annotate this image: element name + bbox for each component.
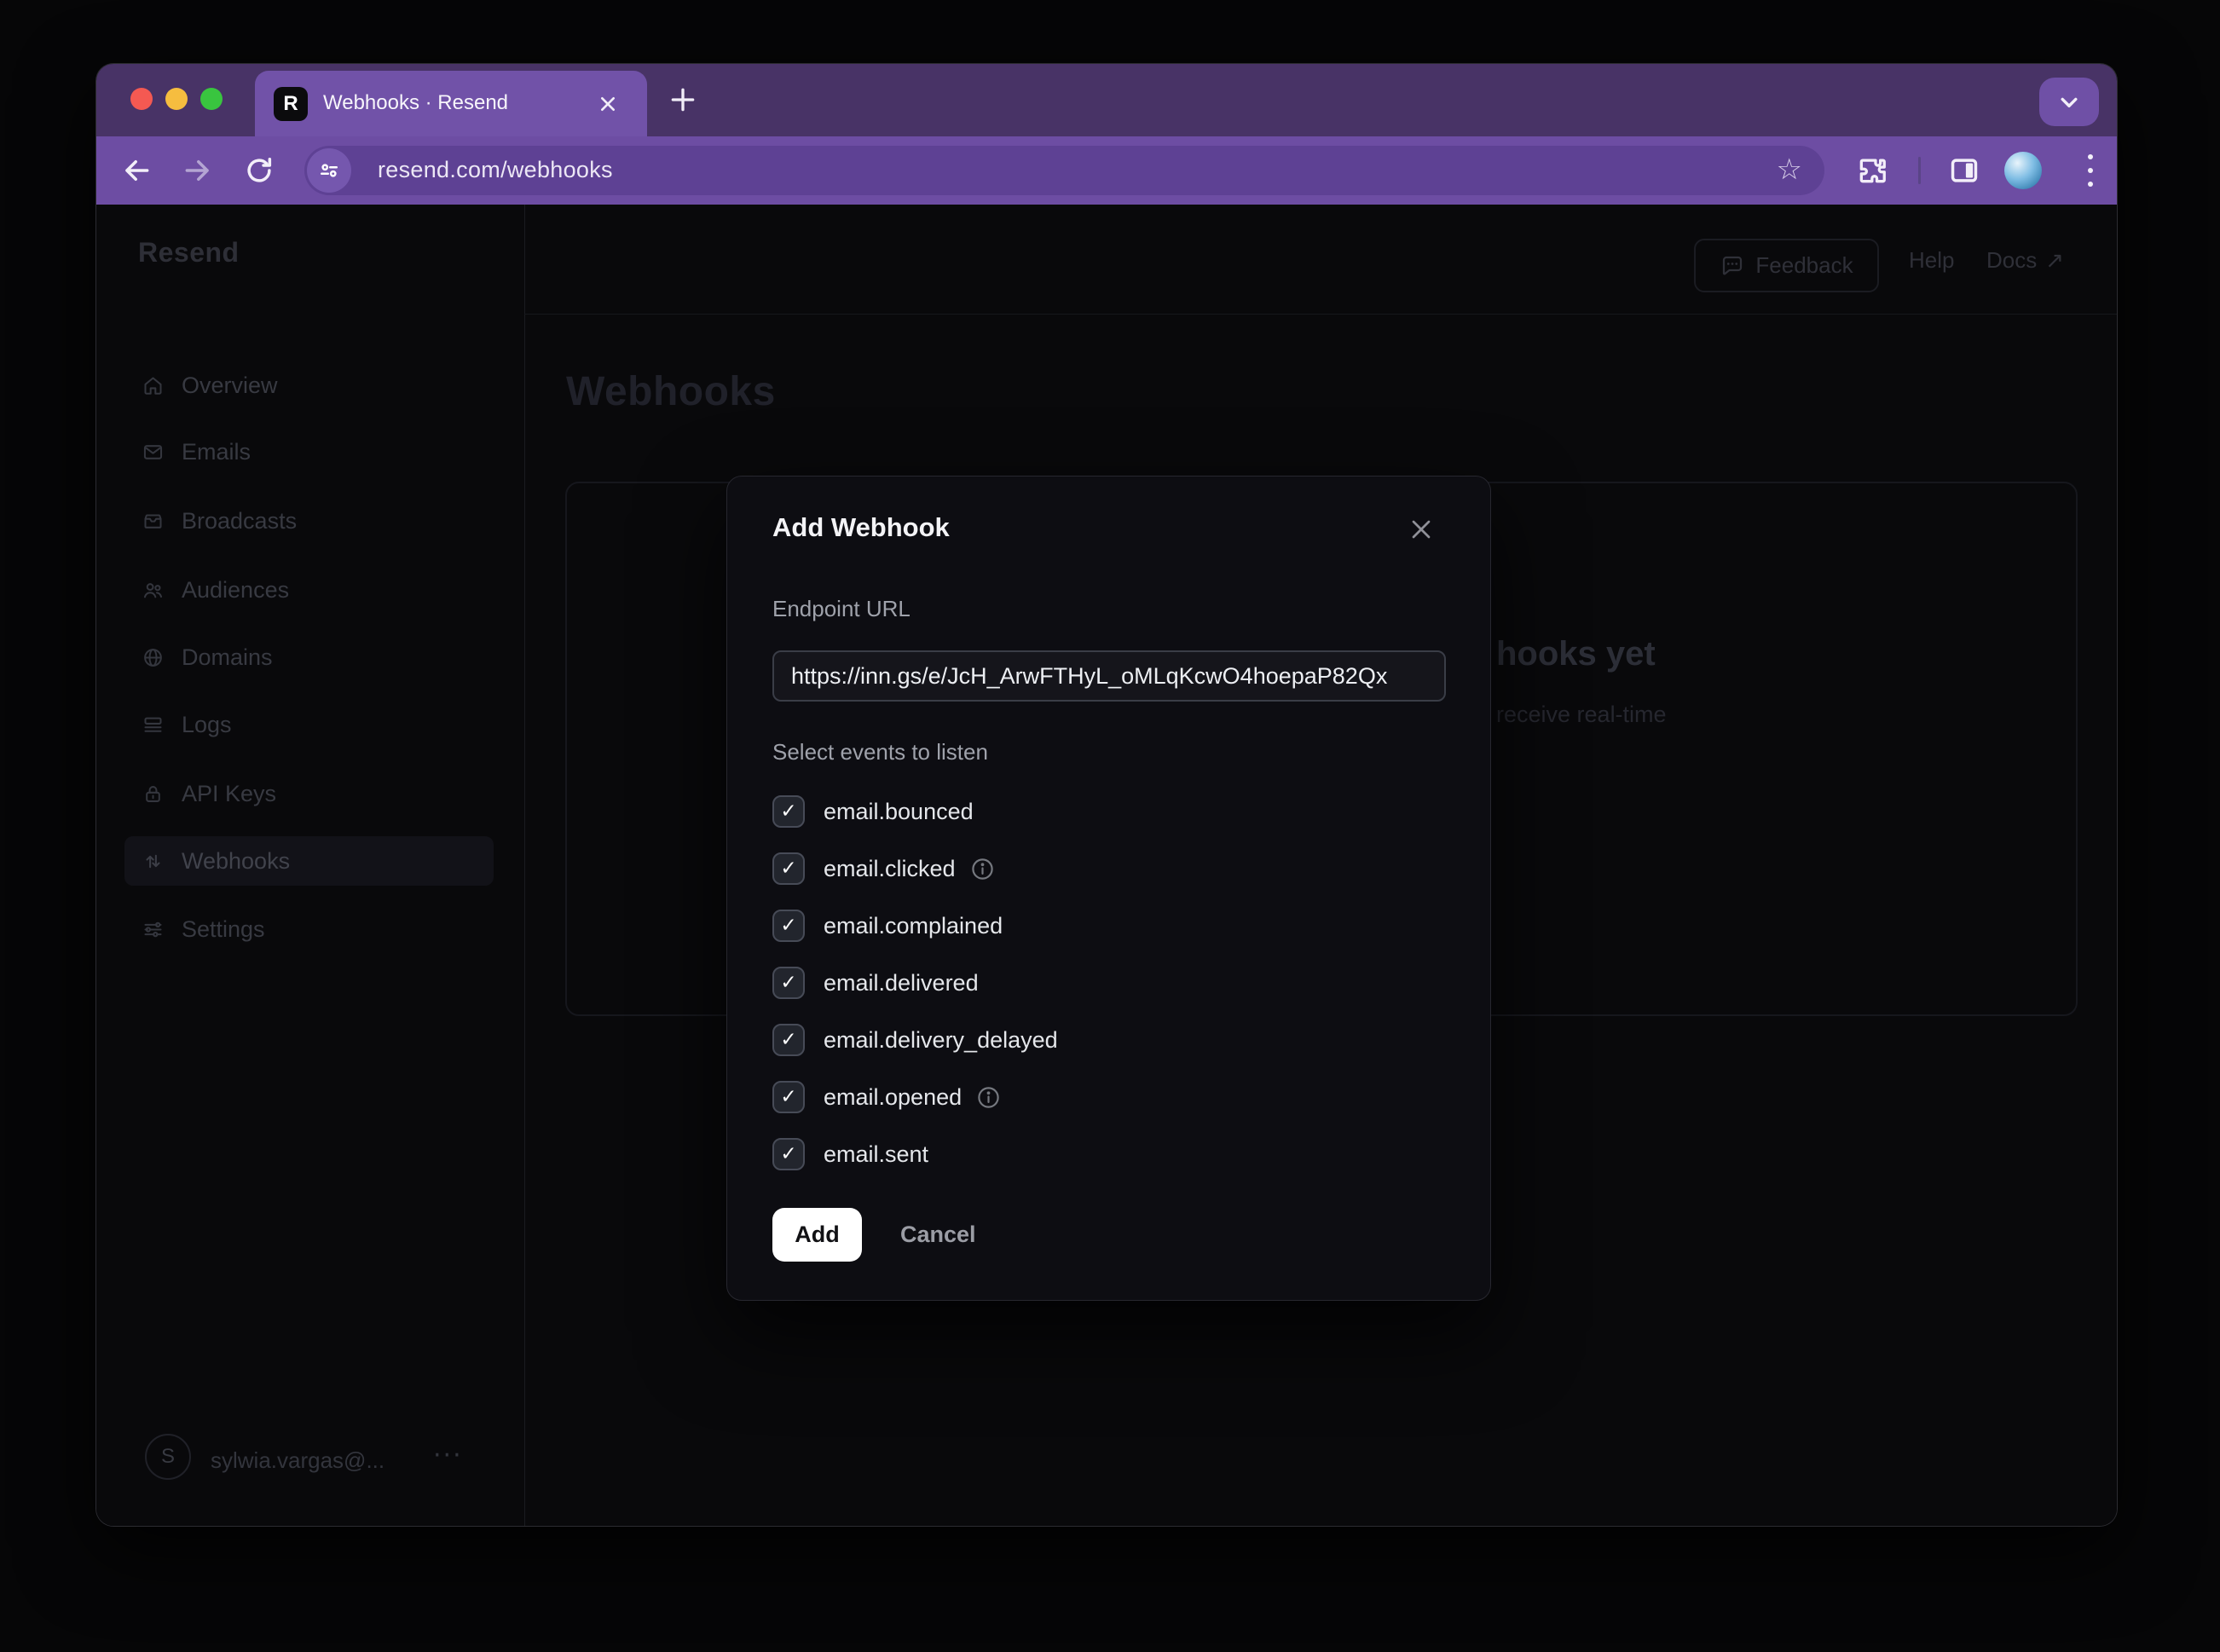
cancel-button[interactable]: Cancel — [900, 1208, 976, 1262]
new-tab-button[interactable] — [666, 83, 700, 117]
url-text: resend.com/webhooks — [378, 146, 613, 195]
screenshot-root: R Webhooks · Resend — [0, 0, 2220, 1652]
bookmark-star-icon[interactable]: ☆ — [1777, 146, 1802, 195]
sliders-icon — [142, 918, 165, 941]
user-avatar[interactable]: S — [145, 1434, 191, 1480]
event-row: ✓ email.delivery_delayed — [772, 1021, 1058, 1059]
modal-title: Add Webhook — [772, 512, 950, 543]
sidebar-item-overview[interactable]: Overview — [124, 361, 494, 410]
traffic-light-minimize-icon[interactable] — [165, 88, 188, 110]
header-divider — [524, 314, 2117, 315]
browser-tab-bar: R Webhooks · Resend — [96, 64, 2117, 136]
event-row: ✓ email.delivered — [772, 964, 979, 1002]
home-icon — [142, 374, 165, 397]
sidebar-item-broadcasts[interactable]: Broadcasts — [124, 496, 494, 546]
reload-icon[interactable] — [243, 154, 275, 187]
checkbox-checked-icon[interactable]: ✓ — [772, 967, 805, 999]
tab-favicon: R — [274, 87, 308, 121]
audiences-icon — [142, 579, 165, 602]
feedback-bubble-icon — [1720, 253, 1745, 279]
sidebar-item-audiences[interactable]: Audiences — [124, 565, 494, 615]
logs-icon — [142, 713, 165, 736]
user-menu-icon[interactable]: ··· — [433, 1441, 463, 1470]
tab-search-button[interactable] — [2039, 78, 2099, 126]
endpoint-url-input[interactable] — [772, 650, 1446, 702]
side-panel-icon[interactable] — [1948, 154, 1980, 187]
page-title: Webhooks — [566, 368, 776, 415]
add-button[interactable]: Add — [772, 1208, 862, 1262]
checkbox-checked-icon[interactable]: ✓ — [772, 795, 805, 828]
globe-icon — [142, 646, 165, 669]
extensions-icon[interactable] — [1856, 154, 1888, 187]
toolbar-divider — [1918, 157, 1921, 184]
sidebar-divider — [524, 205, 525, 1526]
browser-tab[interactable]: R Webhooks · Resend — [255, 71, 647, 136]
forward-icon[interactable] — [182, 154, 214, 187]
user-email: sylwia.vargas@... — [211, 1447, 384, 1474]
feedback-button[interactable]: Feedback — [1694, 239, 1879, 292]
broadcast-icon — [142, 510, 165, 533]
sidebar-item-settings[interactable]: Settings — [124, 904, 494, 954]
close-icon[interactable] — [1406, 514, 1437, 545]
external-link-icon: ↗ — [2045, 248, 2064, 274]
tab-title: Webhooks · Resend — [323, 71, 508, 136]
sidebar-item-domains[interactable]: Domains — [124, 632, 494, 682]
sidebar-item-webhooks[interactable]: Webhooks — [124, 836, 494, 886]
sidebar-item-logs[interactable]: Logs — [124, 700, 494, 749]
event-row: ✓ email.bounced — [772, 793, 974, 830]
empty-state-subtext-fragment: receive real-time — [1496, 702, 1667, 728]
checkbox-checked-icon[interactable]: ✓ — [772, 1081, 805, 1113]
resend-logo[interactable]: Resend — [138, 237, 240, 269]
lock-icon — [142, 783, 165, 806]
info-icon[interactable] — [975, 1084, 1002, 1111]
profile-avatar[interactable] — [2004, 152, 2042, 189]
traffic-light-zoom-icon[interactable] — [200, 88, 223, 110]
sidebar-item-api-keys[interactable]: API Keys — [124, 769, 494, 818]
browser-menu-icon[interactable] — [2086, 154, 2095, 187]
add-webhook-modal: Add Webhook Endpoint URL Select events t… — [726, 476, 1491, 1301]
help-link[interactable]: Help — [1909, 247, 1954, 274]
info-icon[interactable] — [969, 856, 996, 882]
traffic-light-close-icon[interactable] — [130, 88, 153, 110]
event-row: ✓ email.opened — [772, 1078, 1002, 1116]
checkbox-checked-icon[interactable]: ✓ — [772, 852, 805, 885]
chevron-down-icon — [2055, 88, 2084, 117]
docs-link[interactable]: Docs ↗ — [1986, 247, 2064, 274]
empty-state-heading-fragment: hooks yet — [1496, 635, 1656, 673]
event-row: ✓ email.complained — [772, 907, 1003, 944]
url-bar[interactable]: resend.com/webhooks ☆ — [304, 146, 1824, 195]
checkbox-checked-icon[interactable]: ✓ — [772, 910, 805, 942]
checkbox-checked-icon[interactable]: ✓ — [772, 1024, 805, 1056]
checkbox-checked-icon[interactable]: ✓ — [772, 1138, 805, 1170]
endpoint-url-label: Endpoint URL — [772, 596, 911, 622]
back-icon[interactable] — [120, 154, 153, 187]
webhooks-icon — [142, 850, 165, 873]
site-settings-icon[interactable] — [307, 148, 351, 193]
event-row: ✓ email.clicked — [772, 850, 996, 887]
event-row: ✓ email.sent — [772, 1135, 928, 1173]
browser-toolbar: resend.com/webhooks ☆ — [96, 136, 2117, 205]
tab-close-icon[interactable] — [594, 90, 621, 118]
events-label: Select events to listen — [772, 739, 988, 765]
sidebar-item-emails[interactable]: Emails — [124, 427, 494, 477]
envelope-icon — [142, 441, 165, 464]
